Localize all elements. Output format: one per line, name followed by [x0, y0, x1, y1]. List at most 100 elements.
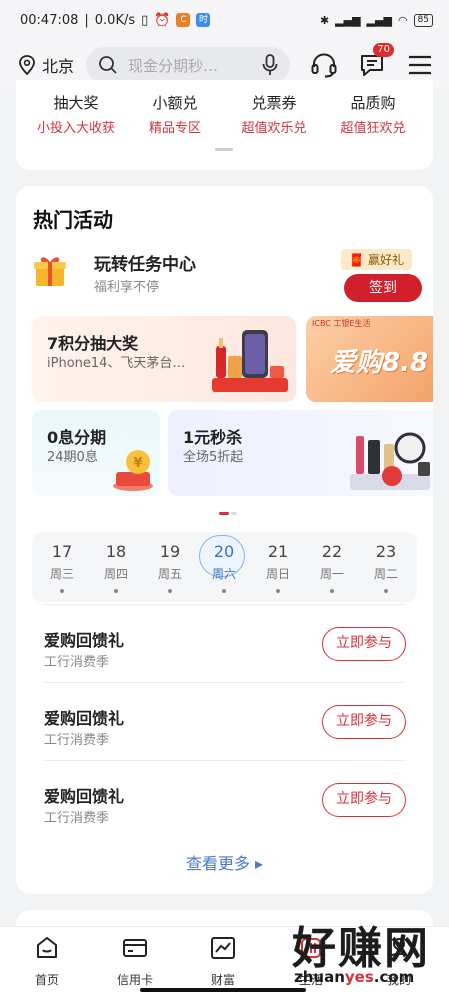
quick-link-quality[interactable]: 品质购 超值狂欢兑	[321, 92, 425, 136]
user-icon	[388, 938, 410, 960]
home-indicator	[140, 988, 306, 992]
activity-row: 爱购回馈礼 工行消费季 立即参与	[44, 760, 406, 838]
battery-icon: 85	[413, 13, 433, 27]
search-input[interactable]: 现金分期秒…	[86, 47, 291, 83]
microphone-icon[interactable]	[262, 54, 278, 76]
status-speed: 0.0K/s	[94, 12, 136, 28]
pager-indicator	[215, 148, 233, 151]
activity-subtitle: 工行消费季	[44, 811, 110, 826]
date-item-selected[interactable]: 20 周六	[198, 532, 250, 602]
date-weekday: 周四	[103, 567, 128, 581]
tab-credit-card[interactable]: 信用卡	[100, 935, 170, 988]
signin-button[interactable]: 签到	[344, 274, 422, 302]
date-item[interactable]: 23 周二	[360, 532, 412, 602]
chart-icon	[211, 937, 235, 959]
quick-link-lottery[interactable]: 抽大奖 小投入大收获	[24, 92, 128, 136]
tab-label: 信用卡	[116, 973, 153, 987]
status-bar: 00:47:08 | 0.0K/s ▯ ⏰ C 时 ✱ ▂▄▆ ▂▄▆ ◠ 85	[0, 0, 449, 40]
gift-icon	[34, 257, 66, 286]
promo-subtitle: 全场5折起	[183, 450, 244, 465]
promo-zero-interest[interactable]: 0息分期 24期0息 ¥	[32, 410, 160, 496]
tab-life[interactable]: 生活	[276, 935, 346, 988]
quick-link-title: 小额兑	[152, 94, 198, 112]
activity-subtitle: 工行消费季	[44, 655, 110, 670]
promo-one-yuan-flash[interactable]: 1元秒杀 全场5折起	[168, 410, 433, 496]
date-number: 19	[159, 542, 181, 561]
promo-icbc-88[interactable]: ICBC 工银E生活 爱购8.8	[306, 316, 433, 402]
promo-lottery[interactable]: 7积分抽大奖 iPhone14、飞天茅台…	[32, 316, 296, 402]
date-item[interactable]: 22 周一	[306, 532, 358, 602]
join-button[interactable]: 立即参与	[322, 627, 406, 661]
date-item[interactable]: 17 周三	[36, 532, 88, 602]
headset-icon	[311, 53, 337, 78]
quick-link-title: 品质购	[350, 94, 396, 112]
search-icon	[99, 56, 117, 74]
tab-mine[interactable]: 我的	[364, 935, 434, 988]
home-icon	[37, 937, 57, 958]
date-dot	[222, 589, 226, 593]
messages-button[interactable]: 70	[358, 43, 395, 79]
signal-icon-2: ▂▄▆	[366, 13, 392, 27]
date-number: 22	[321, 542, 343, 561]
promo-title: 爱购8.8	[330, 348, 429, 378]
promo-pager-dot	[231, 512, 237, 515]
tab-home[interactable]: 首页	[12, 935, 82, 988]
date-weekday: 周一	[319, 567, 344, 581]
date-number: 17	[51, 542, 73, 561]
date-weekday: 周日	[265, 567, 290, 581]
tab-label: 财富	[210, 973, 235, 987]
alarm-icon: ⏰	[154, 12, 171, 28]
location-selector[interactable]: 北京	[18, 53, 74, 77]
win-gift-label: 赢好礼	[367, 253, 404, 267]
quick-link-subtitle: 超值欢乐兑	[241, 121, 307, 136]
promo-title: 1元秒杀	[183, 428, 243, 447]
date-weekday: 周六	[211, 567, 236, 581]
win-gift-tag: 🧧 赢好礼	[341, 249, 412, 270]
quick-link-small-redeem[interactable]: 小额兑 精品专区	[123, 92, 227, 136]
date-dot	[168, 589, 172, 593]
task-center-row[interactable]: 玩转任务中心 福利享不停 🧧 赢好礼 签到	[32, 248, 422, 302]
view-more-link[interactable]: 查看更多 ▸	[16, 850, 433, 874]
quick-link-subtitle: 精品专区	[148, 121, 201, 136]
tab-label: 我的	[386, 973, 411, 987]
life-icon	[301, 938, 321, 958]
activity-title: 爱购回馈礼	[44, 631, 125, 650]
quick-link-title: 抽大奖	[53, 94, 99, 112]
date-item[interactable]: 19 周五	[144, 532, 196, 602]
activity-subtitle: 工行消费季	[44, 733, 110, 748]
quick-link-coupons[interactable]: 兑票券 超值欢乐兑	[222, 92, 326, 136]
date-number: 21	[267, 542, 289, 561]
join-button[interactable]: 立即参与	[322, 783, 406, 817]
join-button[interactable]: 立即参与	[322, 705, 406, 739]
signal-icon: ▂▄▆	[335, 13, 361, 27]
date-dot	[384, 589, 388, 593]
menu-button[interactable]	[406, 51, 434, 79]
date-item[interactable]: 18 周四	[90, 532, 142, 602]
tab-wealth[interactable]: 财富	[188, 935, 258, 988]
task-center-title: 玩转任务中心	[94, 255, 196, 275]
task-center-subtitle: 福利享不停	[94, 280, 160, 295]
activity-title: 爱购回馈礼	[44, 709, 125, 728]
status-time: 00:47:08	[20, 12, 79, 28]
tab-label: 生活	[298, 973, 323, 987]
activity-title: 爱购回馈礼	[44, 787, 125, 806]
date-item[interactable]: 21 周日	[252, 532, 304, 602]
promo-title: 0息分期	[47, 428, 107, 447]
date-weekday: 周二	[373, 567, 398, 581]
promo-pager-active	[219, 512, 229, 515]
date-dot	[60, 589, 64, 593]
message-count-badge: 70	[373, 43, 395, 57]
activity-row: 爱购回馈礼 工行消费季 立即参与	[44, 604, 406, 682]
hamburger-menu-icon	[409, 55, 432, 75]
svg-text:¥: ¥	[133, 456, 142, 471]
date-number: 23	[375, 542, 397, 561]
quick-link-subtitle: 超值狂欢兑	[340, 121, 406, 136]
products-icon	[350, 432, 430, 490]
phone-prize-icon	[212, 330, 288, 392]
quick-links-card: 抽大奖 小投入大收获 小额兑 精品专区 兑票券 超值欢乐兑 品质购 超值狂欢兑	[16, 80, 433, 170]
customer-service-button[interactable]	[310, 51, 338, 79]
quick-link-title: 兑票券	[251, 94, 297, 112]
location-pin-icon	[19, 55, 35, 75]
search-placeholder: 现金分期秒…	[128, 56, 219, 75]
date-weekday: 周三	[49, 567, 74, 581]
